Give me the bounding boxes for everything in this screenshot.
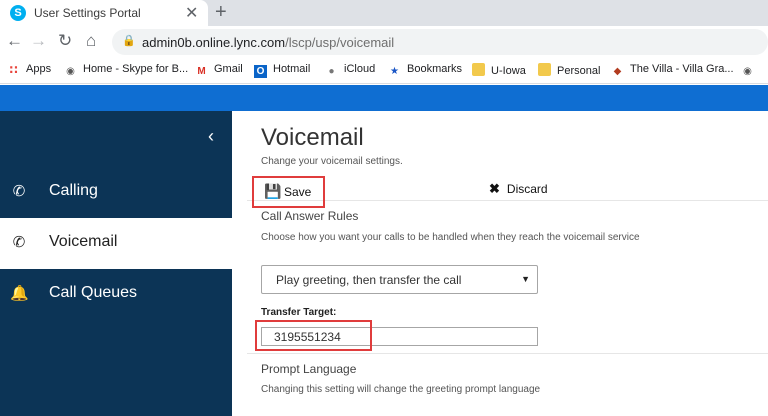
browser-tabstrip: S User Settings Portal ✕ + bbox=[0, 0, 768, 26]
close-x-icon: ✖ bbox=[489, 181, 500, 196]
app-header-banner bbox=[0, 85, 768, 111]
back-arrow-icon[interactable]: ← bbox=[6, 31, 23, 51]
bell-icon: 🔔 bbox=[10, 285, 29, 302]
home-icon[interactable]: ⌂ bbox=[86, 31, 96, 51]
bookmark-label: Hotmail bbox=[273, 63, 311, 75]
bookmarks-bar: ∷ Apps ◉ Home - Skype for B... M Gmail O Hot… bbox=[0, 57, 768, 84]
apple-icon: ● bbox=[328, 66, 335, 77]
bookmark-label: Bookmarks bbox=[407, 63, 463, 75]
call-answer-rules-desc: Choose how you want your calls to be han… bbox=[261, 232, 640, 243]
bookmark-skype-home[interactable]: ◉ Home - Skype for B... bbox=[64, 63, 188, 78]
sidebar-item-label: Calling bbox=[49, 182, 98, 199]
prompt-language-desc: Changing this setting will change the gr… bbox=[261, 384, 541, 395]
prompt-language-title: Prompt Language bbox=[261, 362, 357, 376]
bookmark-label: Personal bbox=[557, 65, 601, 77]
bookmark-the-villa[interactable]: ◆ The Villa - Villa Gra... bbox=[611, 63, 734, 78]
skype-favicon-icon: S bbox=[10, 5, 26, 21]
bookmark-apps[interactable]: ∷ Apps bbox=[7, 63, 51, 77]
apps-grid-icon: ∷ bbox=[9, 63, 18, 77]
phone-icon: ✆ bbox=[12, 183, 26, 200]
sidebar-item-call-queues[interactable]: 🔔 Call Queues bbox=[0, 269, 232, 320]
page-title: Voicemail bbox=[261, 124, 364, 151]
bookmark-label: The Villa - Villa Gra... bbox=[630, 63, 734, 75]
save-label: Save bbox=[284, 185, 312, 199]
forward-arrow-icon[interactable]: → bbox=[30, 31, 47, 51]
sidebar-item-label: Call Queues bbox=[49, 284, 138, 301]
main-content: Voicemail Change your voicemail settings… bbox=[232, 111, 768, 416]
save-button[interactable]: 💾 Save bbox=[252, 176, 325, 208]
bookmark-label: Gmail bbox=[214, 63, 243, 75]
url-host: admin0b.online.lync.com bbox=[142, 35, 286, 50]
sidebar-item-voicemail[interactable]: ✆ Voicemail bbox=[0, 218, 232, 269]
bookmark-hotmail[interactable]: O Hotmail bbox=[254, 63, 310, 78]
address-bar[interactable]: 🔒 admin0b.online.lync.com/lscp/usp/voice… bbox=[112, 29, 768, 55]
call-answer-rules-title: Call Answer Rules bbox=[261, 209, 359, 223]
transfer-target-label: Transfer Target: bbox=[261, 307, 337, 318]
floppy-disk-icon: 💾 bbox=[264, 183, 282, 199]
discard-label: Discard bbox=[506, 182, 548, 196]
page-subtitle: Change your voicemail settings. bbox=[261, 156, 403, 167]
bookmark-label: Home - Skype for B... bbox=[83, 63, 189, 75]
discard-button[interactable]: ✖ Discard bbox=[489, 181, 548, 197]
selected-value: Play greeting, then transfer the call bbox=[276, 273, 462, 287]
reload-icon[interactable]: ↻ bbox=[58, 31, 72, 51]
outlook-icon: O bbox=[254, 65, 267, 78]
collapse-sidebar-icon[interactable]: ‹ bbox=[208, 126, 214, 147]
bookmark-personal[interactable]: Personal bbox=[538, 63, 600, 77]
browser-tab[interactable]: S User Settings Portal ✕ bbox=[0, 0, 208, 26]
villa-icon: ◆ bbox=[613, 66, 622, 77]
sidebar: ‹ ✆ Calling ✆ Voicemail 🔔 Call Queues bbox=[0, 111, 232, 416]
call-answer-rules-select[interactable]: Play greeting, then transfer the call ▼ bbox=[261, 265, 538, 294]
bookmark-u-iowa[interactable]: U-Iowa bbox=[472, 63, 526, 77]
voicemail-phone-icon: ✆ bbox=[12, 234, 26, 251]
new-tab-icon[interactable]: + bbox=[215, 1, 227, 24]
url-path: /lscp/usp/voicemail bbox=[285, 35, 395, 50]
bookmark-gmail[interactable]: M Gmail bbox=[195, 63, 243, 78]
folder-icon bbox=[472, 63, 485, 76]
browser-toolbar: ← → ↻ ⌂ 🔒 admin0b.online.lync.com/lscp/u… bbox=[0, 26, 768, 57]
dropdown-caret-icon: ▼ bbox=[521, 274, 530, 284]
gmail-icon: M bbox=[197, 66, 206, 77]
bookmark-label: Apps bbox=[26, 63, 52, 75]
bookmark-overflow[interactable]: ◉ bbox=[741, 63, 760, 78]
command-bar: 💾 Save ✖ Discard bbox=[247, 176, 768, 208]
tab-title: User Settings Portal bbox=[34, 6, 141, 20]
sidebar-item-label: Voicemail bbox=[49, 233, 118, 250]
bookmark-bookmarks[interactable]: ★ Bookmarks bbox=[388, 63, 462, 78]
bookmark-label: U-Iowa bbox=[491, 65, 526, 77]
lock-icon: 🔒 bbox=[122, 35, 136, 47]
tab-close-icon[interactable]: ✕ bbox=[185, 3, 198, 23]
globe-icon: ◉ bbox=[743, 66, 752, 77]
bookmark-icloud[interactable]: ● iCloud bbox=[325, 63, 375, 78]
bookmark-label: iCloud bbox=[344, 63, 376, 75]
url-text: admin0b.online.lync.com/lscp/usp/voicema… bbox=[142, 35, 394, 50]
sidebar-item-calling[interactable]: ✆ Calling bbox=[0, 167, 232, 218]
globe-icon: ◉ bbox=[66, 66, 75, 77]
annotation-highlight-box bbox=[255, 320, 372, 351]
section-divider bbox=[247, 353, 768, 354]
folder-icon bbox=[538, 63, 551, 76]
star-icon: ★ bbox=[390, 66, 399, 77]
